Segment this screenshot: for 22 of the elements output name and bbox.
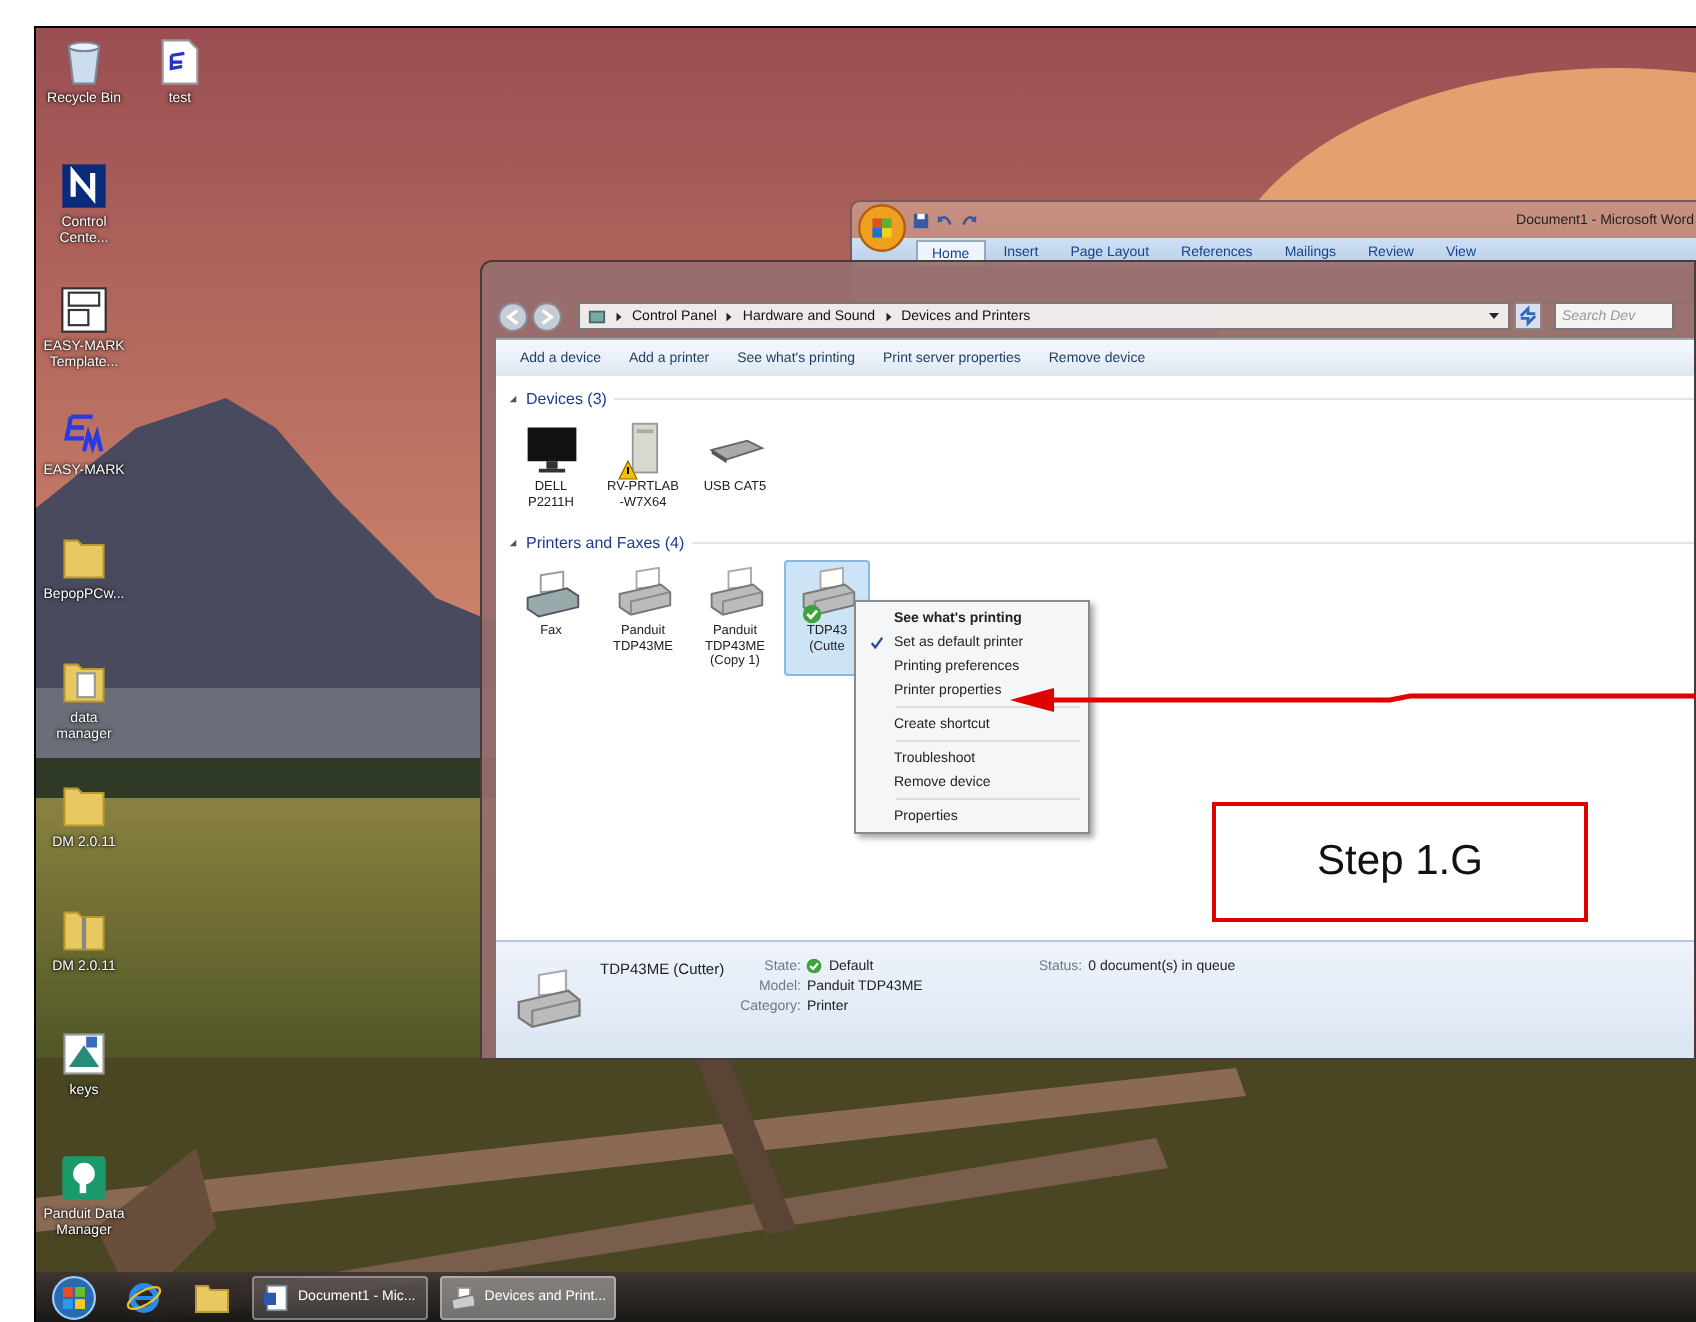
- save-icon[interactable]: [912, 211, 930, 229]
- printer-icon: [450, 1283, 477, 1311]
- collapse-icon[interactable]: [508, 537, 518, 547]
- browser-icon[interactable]: [124, 1277, 164, 1317]
- chevron-icon: [883, 311, 894, 321]
- group-heading: Devices (3): [526, 389, 607, 407]
- back-icon[interactable]: [498, 301, 528, 331]
- dropdown-icon[interactable]: [1488, 310, 1500, 322]
- document-icon: [262, 1283, 290, 1311]
- control-panel-icon: [588, 307, 606, 325]
- chevron-icon: [724, 311, 735, 321]
- forward-icon[interactable]: [532, 301, 562, 331]
- template-icon: [58, 284, 110, 336]
- start-button-icon[interactable]: [52, 1275, 96, 1319]
- group-heading: Printers and Faxes (4): [526, 533, 685, 551]
- refresh-icon[interactable]: [1514, 302, 1542, 330]
- app-icon: [58, 160, 110, 212]
- keys-icon: [58, 1028, 110, 1080]
- app-icon: [58, 1152, 110, 1204]
- chevron-icon: [614, 311, 624, 321]
- collapse-icon[interactable]: [508, 393, 518, 403]
- step-label: Step 1.G: [1212, 802, 1588, 922]
